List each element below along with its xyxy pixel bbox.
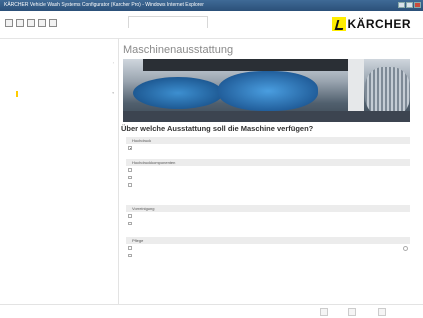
sidebar-item[interactable] [0, 174, 118, 182]
karcher-logo: KÄRCHER [331, 15, 412, 33]
wash-bay-floor [123, 111, 410, 122]
main-content: Maschinenausstattung Über welche Ausstat… [121, 38, 413, 304]
sidebar-item[interactable] [0, 219, 118, 227]
karcher-logo-text: KÄRCHER [347, 17, 411, 31]
sidebar-item[interactable] [0, 197, 118, 205]
roof-brush-right [218, 71, 318, 111]
option-group-pflege: Pflege [126, 237, 410, 259]
back-button[interactable] [320, 308, 328, 316]
window-titlebar: KÄRCHER Vehicle Wash Systems Configurato… [0, 0, 423, 11]
sidebar-item[interactable] [0, 68, 118, 76]
next-button[interactable] [348, 308, 356, 316]
footer-bar [0, 304, 423, 318]
option-group-vorreinigung: Vorreinigung [126, 205, 410, 227]
print-icon[interactable] [38, 19, 46, 27]
option-row[interactable] [126, 174, 410, 182]
machine-arm [143, 59, 353, 71]
toolbar: KÄRCHER [0, 11, 423, 39]
checkbox-icon[interactable] [128, 168, 132, 172]
sidebar-item[interactable] [0, 166, 118, 174]
sidebar-item-active[interactable]: ▾ [0, 90, 118, 98]
checkbox-icon[interactable] [128, 183, 132, 187]
sidebar-item[interactable] [0, 83, 118, 91]
sidebar-subitem[interactable] [0, 98, 118, 106]
sidebar-item[interactable] [0, 182, 118, 190]
configuration-tab[interactable] [128, 16, 208, 28]
option-group-hochdruckkomponenten: Hochdruckkomponenten [126, 159, 410, 189]
info-icon[interactable] [403, 245, 408, 251]
maximize-button[interactable] [406, 2, 413, 8]
group-title: Hochdruck [126, 137, 410, 144]
checkbox-icon[interactable] [128, 246, 132, 250]
option-row[interactable] [126, 144, 410, 152]
sidebar-item[interactable] [0, 144, 118, 152]
sidebar-item[interactable] [0, 227, 118, 235]
save-icon[interactable] [27, 19, 35, 27]
window-controls [398, 2, 421, 8]
sidebar-item[interactable] [0, 151, 118, 159]
radio-selected-icon[interactable] [128, 146, 132, 150]
checkbox-icon[interactable] [128, 175, 132, 179]
sidebar-item[interactable] [0, 75, 118, 83]
checkbox-icon[interactable] [128, 221, 132, 225]
side-brush [365, 67, 410, 117]
sidebar-item[interactable] [0, 128, 118, 136]
checkbox-icon[interactable] [128, 214, 132, 218]
page-title: Maschinenausstattung [123, 44, 234, 56]
chevron-right-icon: › [112, 61, 114, 65]
equipment-question: Über welche Ausstattung soll die Maschin… [121, 124, 314, 133]
sidebar-item[interactable] [0, 189, 118, 197]
sidebar-item[interactable] [0, 212, 118, 220]
sidebar-item[interactable] [0, 159, 118, 167]
option-row[interactable] [126, 166, 410, 174]
close-button[interactable] [414, 2, 421, 8]
sidebar-item[interactable] [0, 204, 118, 212]
sidebar-item[interactable] [0, 136, 118, 144]
sidebar-subitem-current[interactable] [0, 106, 118, 114]
minimize-button[interactable] [398, 2, 405, 8]
chevron-down-icon: ▾ [112, 91, 114, 96]
checkbox-icon[interactable] [128, 253, 132, 257]
option-group-hochdruck: Hochdruck [126, 137, 410, 152]
roof-brush-left [133, 77, 223, 109]
finish-button[interactable] [378, 308, 386, 316]
option-row[interactable] [126, 212, 410, 220]
option-row[interactable] [126, 244, 410, 252]
option-row[interactable] [126, 252, 410, 260]
new-document-icon[interactable] [5, 19, 13, 27]
export-icon[interactable] [49, 19, 57, 27]
sidebar-navigation: › ▾ [0, 38, 119, 304]
option-row[interactable] [126, 181, 410, 189]
karcher-logo-mark [331, 17, 346, 31]
option-row[interactable] [126, 220, 410, 228]
sidebar-subitem[interactable] [0, 121, 118, 129]
sidebar-item[interactable]: › [0, 60, 118, 68]
open-folder-icon[interactable] [16, 19, 24, 27]
group-title: Vorreinigung [126, 205, 410, 212]
sidebar-subitem[interactable] [0, 113, 118, 121]
group-title: Pflege [126, 237, 410, 244]
group-title: Hochdruckkomponenten [126, 159, 410, 166]
window-title: KÄRCHER Vehicle Wash Systems Configurato… [4, 2, 204, 8]
car-wash-machine-image [123, 59, 410, 122]
